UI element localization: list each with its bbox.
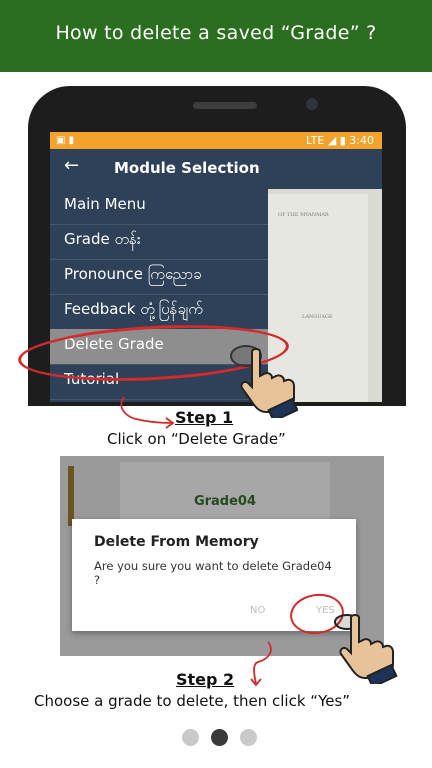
notification-icons: ▣ ▮ bbox=[56, 135, 75, 146]
title-banner: How to delete a saved “Grade” ? bbox=[0, 0, 432, 72]
speaker-grille bbox=[193, 102, 257, 109]
step1-title: Step 1 bbox=[175, 408, 234, 427]
appbar-title: Module Selection bbox=[114, 159, 260, 177]
page-dot[interactable] bbox=[240, 729, 257, 746]
side-bar bbox=[68, 466, 74, 526]
app-bar: ← Module Selection bbox=[50, 149, 382, 189]
menu-item-label: Pronounce ကြညောခ bbox=[64, 265, 202, 283]
menu-item-main-menu[interactable]: Main Menu bbox=[50, 189, 268, 225]
status-time: 3:40 bbox=[349, 134, 374, 147]
status-right: LTE ◢ ▮ 3:40 bbox=[306, 134, 374, 147]
menu-item-label: Feedback တုံ့ပြန်ချက် bbox=[64, 300, 203, 318]
page-dot-active[interactable] bbox=[211, 729, 228, 746]
arrow-left-icon[interactable]: ← bbox=[64, 155, 79, 176]
camera-icon bbox=[306, 98, 318, 110]
page-dot[interactable] bbox=[182, 729, 199, 746]
menu-item-pronounce[interactable]: Pronounce ကြညောခ bbox=[50, 259, 268, 295]
banner-title: How to delete a saved “Grade” ? bbox=[55, 22, 377, 44]
menu-item-feedback[interactable]: Feedback တုံ့ပြန်ချက် bbox=[50, 294, 268, 330]
menu-item-label: Grade တန်း bbox=[64, 230, 141, 248]
doc-text-line: LANGUAGE bbox=[302, 314, 333, 320]
menu-item-label: Main Menu bbox=[64, 195, 146, 213]
curved-arrow-icon bbox=[120, 396, 175, 429]
step1-description: Click on “Delete Grade” bbox=[107, 430, 286, 448]
menu-item-grade[interactable]: Grade တန်း bbox=[50, 224, 268, 260]
grade-label: Grade04 bbox=[193, 494, 257, 509]
step2-description: Choose a grade to delete, then click “Ye… bbox=[34, 692, 351, 710]
status-bar: ▣ ▮ LTE ◢ ▮ 3:40 bbox=[50, 132, 382, 149]
dialog-title: Delete From Memory bbox=[94, 534, 259, 550]
pointing-hand-icon bbox=[334, 614, 398, 684]
step2-title: Step 2 bbox=[176, 670, 235, 689]
doc-text-line: OF THE MYANMAR bbox=[278, 212, 329, 218]
curved-arrow-icon bbox=[250, 641, 272, 687]
dialog-message: Are you sure you want to delete Grade04 … bbox=[94, 559, 332, 587]
pointing-hand-icon bbox=[240, 348, 298, 418]
no-button[interactable]: NO bbox=[250, 605, 265, 616]
signal-battery-icons: LTE ◢ ▮ bbox=[306, 134, 346, 147]
